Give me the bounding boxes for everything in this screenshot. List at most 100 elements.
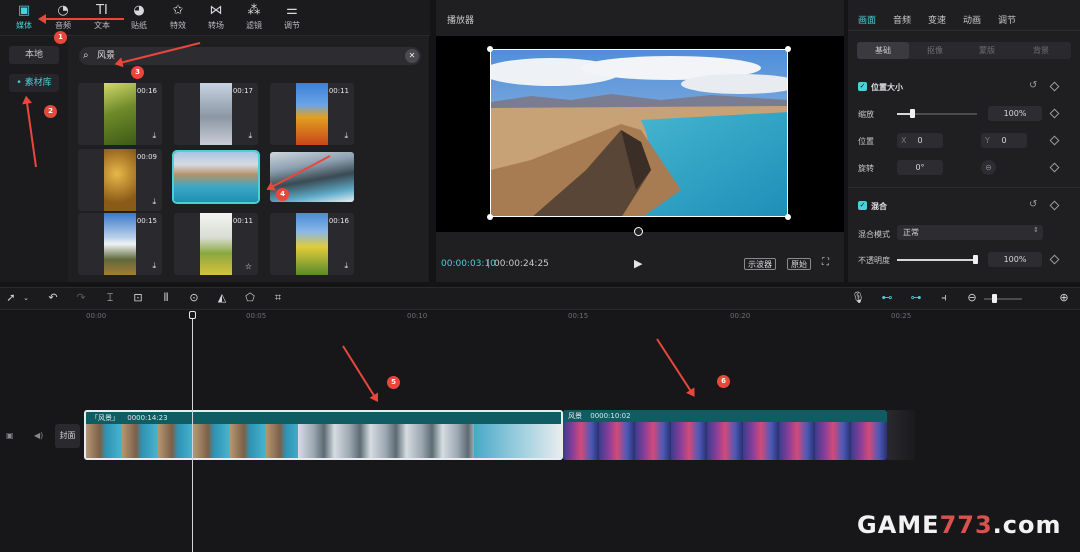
annotation-badge: 2 (44, 105, 57, 118)
annotation-badge: 1 (54, 31, 67, 44)
tab-media[interactable]: ▣ 媒体 (6, 2, 42, 34)
position-x-input[interactable]: X0 (897, 133, 943, 148)
media-item[interactable]: 00:11 ☆ (174, 213, 258, 275)
video-clip[interactable]: 风景 0000:10:02 (563, 410, 887, 460)
resize-handle[interactable] (785, 214, 791, 220)
video-frame[interactable] (490, 49, 788, 217)
tab-prop-adjust[interactable]: 调节 (998, 13, 1016, 26)
media-item[interactable]: 00:11 ⤓ (270, 83, 354, 145)
clip-frames (563, 422, 887, 460)
opacity-slider-knob[interactable] (973, 255, 978, 264)
resize-handle[interactable] (487, 214, 493, 220)
tab-transition[interactable]: ⋈ 转场 (198, 2, 234, 34)
opacity-slider[interactable] (897, 255, 978, 264)
position-label: 位置 (858, 137, 874, 146)
rotate-dial-icon[interactable]: ⊖ (981, 160, 996, 175)
freeze-frame-icon[interactable]: ⫴ (159, 290, 173, 306)
player-title: 播放器 (447, 16, 475, 26)
search-icon: ⌕ (83, 50, 89, 61)
opacity-slider-fill (897, 259, 975, 261)
media-item[interactable]: 00:16 ⤓ (270, 213, 354, 275)
download-icon[interactable]: ⤓ (344, 131, 348, 141)
section-title-blend: 混合 (871, 202, 887, 211)
media-item[interactable]: 00:09 ⤓ (78, 149, 162, 211)
waveform-button[interactable]: 示波器 (744, 258, 776, 270)
preview-axis-icon[interactable]: ⫞ (936, 290, 952, 306)
tab-picture[interactable]: 画面 (858, 13, 876, 26)
playhead-handle[interactable] (189, 311, 196, 319)
reverse-icon[interactable]: ⊙ (187, 290, 201, 306)
undo-icon[interactable]: ↶ (46, 290, 60, 306)
original-ratio-button[interactable]: 原始 (787, 258, 811, 270)
tab-speed[interactable]: 变速 (928, 13, 946, 26)
play-icon[interactable]: ▶ (634, 257, 642, 270)
scale-input[interactable]: 100% (988, 106, 1042, 121)
position-size-checkbox[interactable]: ✓ (858, 82, 867, 91)
scale-label: 缩放 (858, 110, 874, 119)
redo-icon[interactable]: ↷ (74, 290, 88, 306)
resize-handle[interactable] (785, 46, 791, 52)
track-mute-icon[interactable]: ◀) (34, 431, 43, 440)
tab-filter[interactable]: ⁂ 滤镜 (236, 2, 272, 34)
media-thumbnail (104, 83, 136, 145)
download-icon[interactable]: ⤓ (152, 197, 156, 207)
download-icon[interactable]: ⤓ (152, 261, 156, 271)
download-icon[interactable]: ⤓ (344, 261, 348, 271)
transition-icon: ⋈ (209, 3, 223, 18)
download-icon[interactable]: ⤓ (248, 131, 252, 141)
blend-checkbox[interactable]: ✓ (858, 201, 867, 210)
search-input[interactable]: 风景 (79, 47, 421, 65)
subtab-keying[interactable]: 抠像 (909, 42, 961, 59)
favorite-icon[interactable]: ☆ (245, 262, 252, 271)
playhead[interactable] (192, 312, 193, 552)
media-item[interactable]: 00:17 ⤓ (174, 83, 258, 145)
rotate-input[interactable]: 0° (897, 160, 943, 175)
reset-icon[interactable]: ↺ (1029, 199, 1037, 210)
ruler-tick: 00:10 (407, 312, 428, 320)
subtab-basic[interactable]: 基础 (857, 42, 909, 59)
subtab-background[interactable]: 背景 (1013, 42, 1069, 59)
tab-prop-audio[interactable]: 音频 (893, 13, 911, 26)
fullscreen-icon[interactable]: ⛶ (822, 257, 829, 268)
clip-duration: 0000:10:02 (590, 412, 631, 420)
media-item-selected[interactable] (172, 150, 260, 204)
scale-slider[interactable] (897, 109, 977, 118)
nav-local[interactable]: 本地 (9, 46, 59, 64)
media-item[interactable]: 00:15 ⤓ (78, 213, 162, 275)
zoom-slider-knob[interactable] (992, 294, 997, 303)
cover-button[interactable]: 封面 (55, 424, 80, 448)
blend-mode-select[interactable]: 正常 (897, 225, 1043, 240)
position-y-input[interactable]: Y0 (981, 133, 1027, 148)
resize-handle[interactable] (487, 46, 493, 52)
zoom-fit-icon[interactable]: ⊕ (1057, 290, 1071, 306)
track-visibility-icon[interactable]: ▣ (6, 431, 14, 440)
split-icon[interactable]: ⌶ (103, 290, 117, 306)
opacity-input[interactable]: 100% (988, 252, 1042, 267)
clear-search-icon[interactable]: ✕ (405, 49, 419, 63)
rotate-icon[interactable]: ⬠ (243, 290, 257, 306)
mirror-icon[interactable]: ◭ (215, 290, 229, 306)
delete-icon[interactable]: ⊡ (131, 290, 145, 306)
chevron-down-icon[interactable]: ⌄ (20, 290, 32, 306)
tab-sticker[interactable]: ◕ 贴纸 (121, 2, 157, 34)
crop-icon[interactable]: ⌗ (271, 290, 285, 306)
zoom-slider[interactable] (984, 294, 1022, 303)
tab-adjust[interactable]: ⚌ 调节 (274, 2, 310, 34)
zoom-out-icon[interactable]: ⊖ (965, 290, 979, 306)
microphone-icon[interactable]: 🎙 (851, 290, 865, 306)
video-clip-selected[interactable]: 「风景」 0000:14:23 (84, 410, 563, 460)
magnet-snap-icon[interactable]: ⊷ (878, 290, 896, 306)
annotation-badge: 4 (276, 188, 289, 201)
media-item[interactable]: 00:16 ⤓ (78, 83, 162, 145)
download-icon[interactable]: ⤓ (152, 131, 156, 141)
nav-library[interactable]: • 素材库 (9, 74, 59, 92)
tab-animation[interactable]: 动画 (963, 13, 981, 26)
rotate-handle[interactable] (634, 227, 643, 236)
link-icon[interactable]: ⊶ (907, 290, 925, 306)
subtab-mask[interactable]: 蒙版 (961, 42, 1013, 59)
scale-slider-knob[interactable] (910, 109, 915, 118)
select-cursor-icon[interactable]: ➚ (4, 290, 18, 306)
tab-effects[interactable]: ✩ 特效 (160, 2, 196, 34)
total-timecode: 00:00:24:25 (494, 259, 549, 269)
reset-icon[interactable]: ↺ (1029, 80, 1037, 91)
